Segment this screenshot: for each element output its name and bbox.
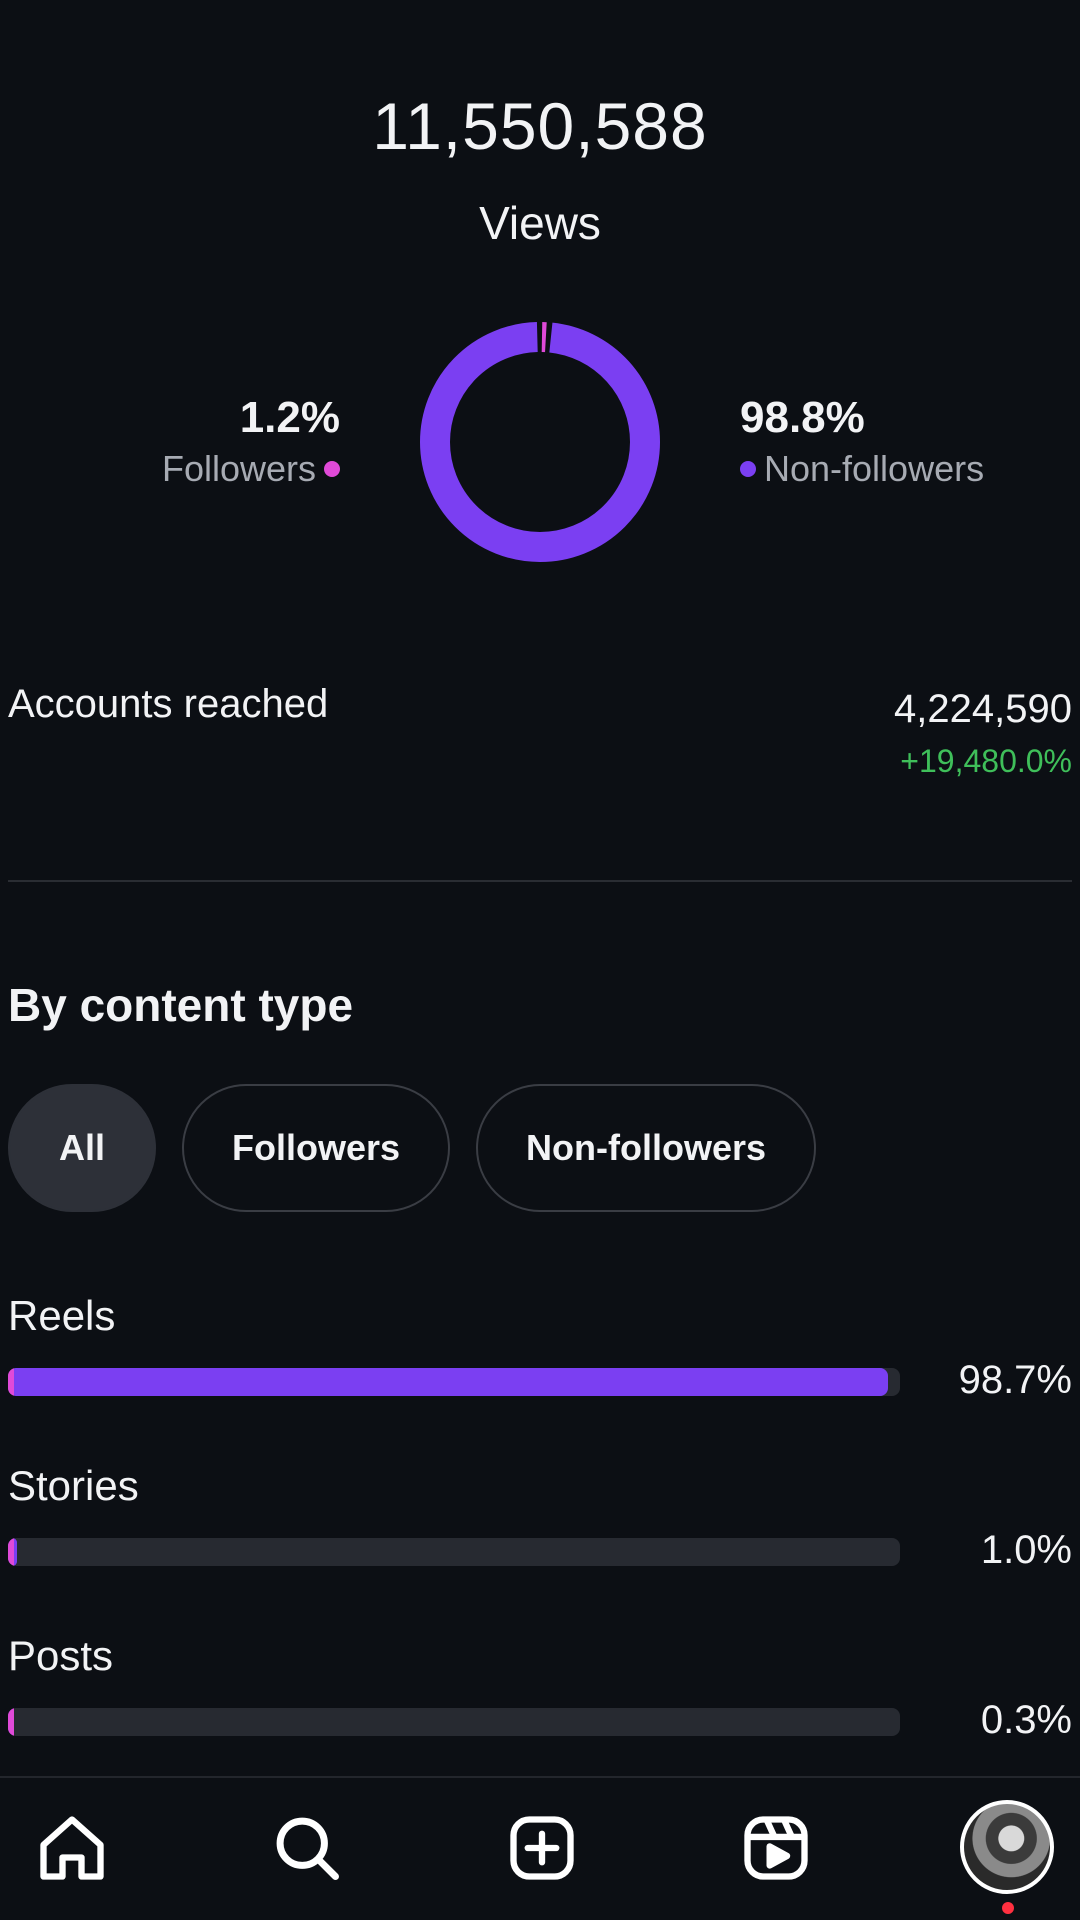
content-type-bar-fill bbox=[8, 1368, 889, 1396]
content-type-percentage: 1.0% bbox=[980, 1528, 1072, 1572]
content-type-label: Posts bbox=[8, 1632, 114, 1679]
followers-percentage: 1.2% bbox=[239, 393, 340, 442]
views-label: Views bbox=[479, 197, 601, 249]
followers-legend-dot bbox=[324, 461, 340, 477]
followers-legend-label: Followers bbox=[161, 448, 316, 489]
bottom-navigation bbox=[0, 1778, 1080, 1920]
followers-stat: 1.2% Followers bbox=[162, 392, 340, 494]
content-type-row-reels: Reels 98.7% bbox=[8, 1286, 1072, 1416]
content-type-percentage: 98.7% bbox=[958, 1358, 1072, 1402]
content-type-row-stories: Stories 1.0% bbox=[8, 1456, 1072, 1586]
content-type-bar-followers-segment bbox=[8, 1368, 14, 1396]
content-type-bar-followers-segment bbox=[8, 1708, 14, 1736]
views-total: 11,550,588 bbox=[372, 89, 708, 163]
home-icon[interactable] bbox=[32, 1808, 112, 1888]
nonfollowers-stat: 98.8% Non-followers bbox=[740, 392, 984, 494]
content-type-bar-track bbox=[8, 1368, 900, 1396]
accounts-reached-row: Accounts reached 4,224,590 +19,480.0% bbox=[8, 682, 1072, 786]
filter-chip-nonfollowers[interactable]: Non-followers bbox=[476, 1084, 817, 1212]
search-icon[interactable] bbox=[267, 1808, 347, 1888]
content-type-bar-track bbox=[8, 1538, 900, 1566]
accounts-reached-label: Accounts reached bbox=[8, 682, 329, 726]
nonfollowers-percentage: 98.8% bbox=[740, 393, 865, 442]
content-type-label: Reels bbox=[8, 1292, 116, 1339]
accounts-reached-value: 4,224,590 bbox=[894, 687, 1072, 731]
filter-chip-all[interactable]: All bbox=[8, 1084, 156, 1212]
content-type-percentage: 0.3% bbox=[980, 1698, 1072, 1742]
content-type-row-posts: Posts 0.3% bbox=[8, 1626, 1072, 1756]
content-type-bar-followers-segment bbox=[8, 1538, 14, 1566]
nonfollowers-legend-label: Non-followers bbox=[764, 448, 985, 489]
content-type-bar-track bbox=[8, 1708, 900, 1736]
section-divider bbox=[8, 880, 1072, 882]
donut-nonfollowers-arc bbox=[420, 322, 660, 562]
content-type-title: By content type bbox=[8, 979, 354, 1031]
notification-dot bbox=[1002, 1902, 1014, 1914]
views-donut-chart bbox=[420, 322, 660, 562]
content-type-filters: All Followers Non-followers bbox=[8, 1084, 817, 1212]
nonfollowers-legend-dot bbox=[740, 461, 756, 477]
accounts-reached-change: +19,480.0% bbox=[900, 743, 1072, 779]
profile-avatar[interactable] bbox=[960, 1800, 1054, 1894]
filter-chip-followers[interactable]: Followers bbox=[182, 1084, 451, 1212]
create-icon[interactable] bbox=[502, 1808, 582, 1888]
reels-icon[interactable] bbox=[736, 1808, 816, 1888]
content-type-label: Stories bbox=[8, 1462, 139, 1509]
